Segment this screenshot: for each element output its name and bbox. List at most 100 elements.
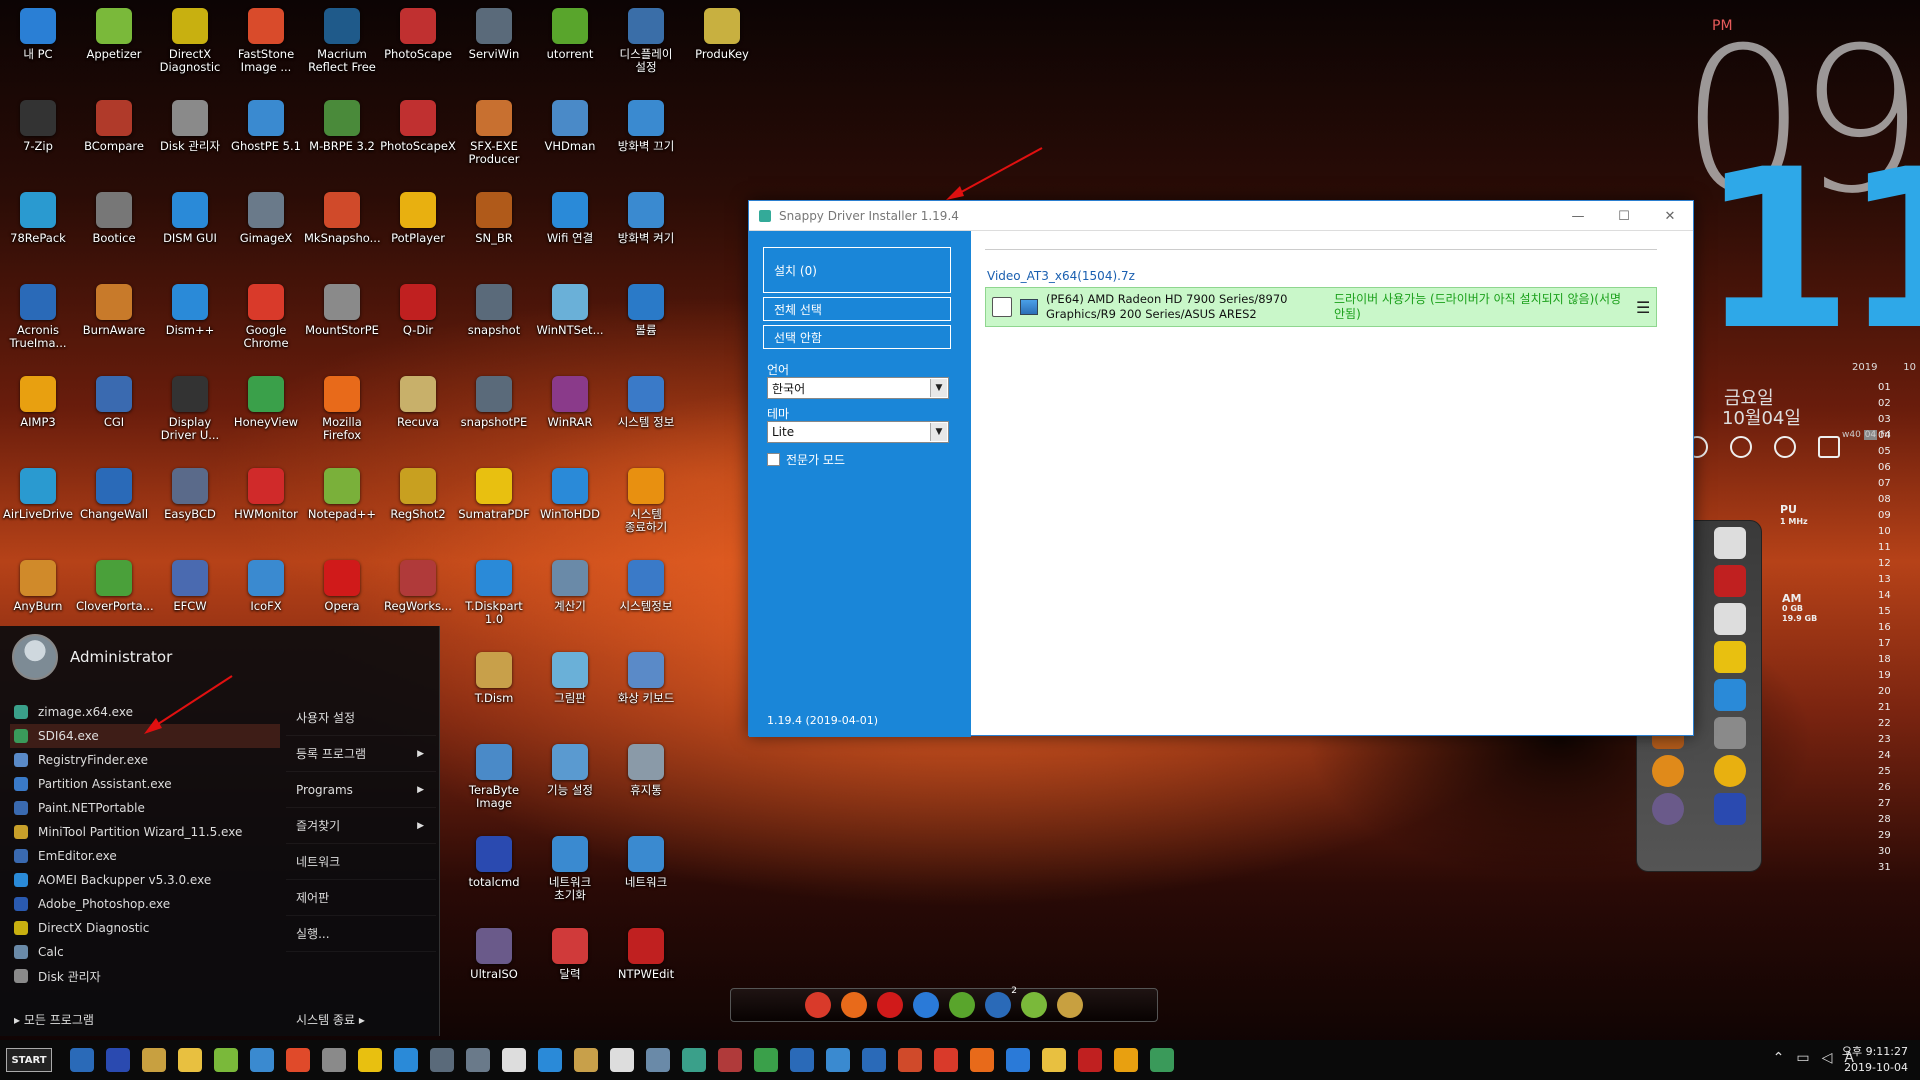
desktop-icon[interactable]: Bootice (76, 186, 152, 274)
dock-gear-icon[interactable] (1714, 679, 1746, 711)
desktop-icon[interactable]: BurnAware (76, 278, 152, 366)
desktop-icon[interactable]: SumatraPDF (456, 462, 532, 550)
desktop-icon[interactable]: PhotoScapeX (380, 94, 456, 182)
desktop-icon[interactable]: Display Driver U... (152, 370, 228, 458)
desktop-icon[interactable]: ServiWin (456, 2, 532, 90)
taskbar-app-icon[interactable] (610, 1048, 634, 1072)
taskbar-app-icon[interactable] (898, 1048, 922, 1072)
dock-play-icon[interactable] (1714, 755, 1746, 787)
desktop-icon[interactable]: 내 PC (0, 2, 76, 90)
expert-mode-checkbox[interactable]: 전문가 모드 (767, 451, 845, 468)
desktop-icon[interactable]: 네트워크 (608, 830, 684, 918)
desktop-icon[interactable]: 달력 (532, 922, 608, 1010)
start-menu-item[interactable]: Disk 관리자 (10, 964, 280, 988)
desktop-icon[interactable]: Recuva (380, 370, 456, 458)
start-button[interactable]: START (6, 1048, 52, 1072)
desktop-icon[interactable]: 시스템정보 (608, 554, 684, 642)
desktop-icon[interactable]: snapshot (456, 278, 532, 366)
maximize-button[interactable]: ☐ (1601, 201, 1647, 231)
taskbar-app-icon[interactable] (106, 1048, 130, 1072)
desktop-icon[interactable]: ChangeWall (76, 462, 152, 550)
desktop-icon[interactable]: NTPWEdit (608, 922, 684, 1010)
desktop-icon[interactable]: 방화벽 켜기 (608, 186, 684, 274)
speaker-icon[interactable]: ◁ (1822, 1050, 1833, 1066)
desktop-icon[interactable]: 시스템 정보 (608, 370, 684, 458)
desktop-icon[interactable]: Wifi 연결 (532, 186, 608, 274)
taskbar-app-icon[interactable] (682, 1048, 706, 1072)
taskbar-app-icon[interactable] (358, 1048, 382, 1072)
chevron-up-icon[interactable]: ⌃ (1773, 1050, 1785, 1066)
desktop-icon[interactable]: 화상 키보드 (608, 646, 684, 734)
desktop-icon[interactable]: DISM GUI (152, 186, 228, 274)
desktop-icon[interactable]: Appetizer (76, 2, 152, 90)
theme-select[interactable]: Lite ▼ (767, 421, 949, 443)
desktop-icon[interactable]: Google Chrome (228, 278, 304, 366)
taskbar-app-icon[interactable] (574, 1048, 598, 1072)
dock-search-icon[interactable] (1652, 755, 1684, 787)
desktop-icon[interactable]: snapshotPE (456, 370, 532, 458)
desktop-icon[interactable]: 78RePack (0, 186, 76, 274)
menu-icon[interactable]: ☰ (1636, 298, 1650, 317)
start-menu-item[interactable]: EmEditor.exe (10, 844, 280, 868)
start-menu-item[interactable]: Partition Assistant.exe (10, 772, 280, 796)
driver-row[interactable]: (PE64) AMD Radeon HD 7900 Series/8970 Gr… (985, 287, 1657, 327)
taskbar-app-icon[interactable] (466, 1048, 490, 1072)
dock-k-icon[interactable] (1714, 527, 1746, 559)
desktop-icon[interactable]: RegShot2 (380, 462, 456, 550)
tool-icon[interactable] (1057, 992, 1083, 1018)
taskbar-app-icon[interactable] (1150, 1048, 1174, 1072)
desktop-icon[interactable]: Mozilla Firefox (304, 370, 380, 458)
start-menu-link[interactable]: 등록 프로그램 ▶ (286, 736, 436, 772)
start-menu-link[interactable]: 즐겨찾기 ▶ (286, 808, 436, 844)
dock-disk2-icon[interactable] (1714, 603, 1746, 635)
start-menu-item[interactable]: Adobe_Photoshop.exe (10, 892, 280, 916)
desktop-icon[interactable]: 그림판 (532, 646, 608, 734)
desktop-icon[interactable]: T.Dism (456, 646, 532, 734)
desktop-icon[interactable]: CGI (76, 370, 152, 458)
taskbar-app-icon[interactable] (214, 1048, 238, 1072)
taskbar-app-icon[interactable] (934, 1048, 958, 1072)
deselect-button[interactable]: 선택 안함 (763, 325, 951, 349)
desktop-icon[interactable]: 디스플레이 설정 (608, 2, 684, 90)
desktop-icon[interactable]: 시스템 종료하기 (608, 462, 684, 550)
start-menu-item[interactable]: MiniTool Partition Wizard_11.5.exe (10, 820, 280, 844)
all-programs-button[interactable]: ▸ 모든 프로그램 (14, 1011, 94, 1028)
desktop-icon[interactable]: WinToHDD (532, 462, 608, 550)
desktop-icon[interactable]: MountStorPE (304, 278, 380, 366)
desktop-icon[interactable]: Disk 관리자 (152, 94, 228, 182)
desktop-icon[interactable]: SFX-EXE Producer (456, 94, 532, 182)
desktop-icon[interactable]: UltraISO (456, 922, 532, 1010)
desktop-icon[interactable]: 휴지통 (608, 738, 684, 826)
restart-icon[interactable] (1730, 436, 1752, 458)
desktop-icon[interactable]: VHDman (532, 94, 608, 182)
desktop-icon[interactable]: ProduKey (684, 2, 760, 90)
network-tray-icon[interactable]: ▭ (1796, 1050, 1809, 1066)
start-menu-link[interactable]: Programs ▶ (286, 772, 436, 808)
select-all-button[interactable]: 전체 선택 (763, 297, 951, 321)
taskbar-clock[interactable]: 오후 9:11:27 2019-10-04 (1842, 1044, 1908, 1076)
taskbar-app-icon[interactable] (1078, 1048, 1102, 1072)
desktop-icon[interactable]: totalcmd (456, 830, 532, 918)
desktop-icon[interactable]: 기능 설정 (532, 738, 608, 826)
taskbar-app-icon[interactable] (322, 1048, 346, 1072)
start-menu-item[interactable]: Paint.NETPortable (10, 796, 280, 820)
desktop-icon[interactable]: HWMonitor (228, 462, 304, 550)
desktop-icon[interactable]: BCompare (76, 94, 152, 182)
taskbar-app-icon[interactable] (178, 1048, 202, 1072)
desktop-icon[interactable]: T.Diskpart 1.0 (456, 554, 532, 642)
network-icon[interactable]: 2 (985, 986, 1017, 1018)
desktop-icon[interactable]: PotPlayer (380, 186, 456, 274)
desktop-icon[interactable]: 네트워크 초기화 (532, 830, 608, 918)
taskbar-app-icon[interactable] (1006, 1048, 1030, 1072)
taskbar-app-icon[interactable] (1114, 1048, 1138, 1072)
desktop-icon[interactable]: utorrent (532, 2, 608, 90)
start-menu-item[interactable]: Calc (10, 940, 280, 964)
sdi-titlebar[interactable]: Snappy Driver Installer 1.19.4 — ☐ ✕ (749, 201, 1693, 231)
taskbar-app-icon[interactable] (142, 1048, 166, 1072)
desktop-icon[interactable]: 계산기 (532, 554, 608, 642)
taskbar-app-icon[interactable] (970, 1048, 994, 1072)
start-menu-link[interactable]: 실행... (286, 916, 436, 952)
desktop-icon[interactable]: WinRAR (532, 370, 608, 458)
desktop-icon[interactable]: AIMP3 (0, 370, 76, 458)
taskbar-app-icon[interactable] (790, 1048, 814, 1072)
